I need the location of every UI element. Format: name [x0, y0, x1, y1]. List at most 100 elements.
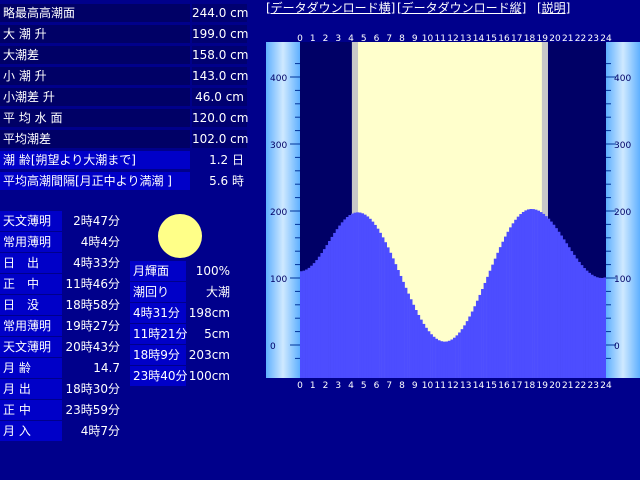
- tide-bar: [475, 300, 479, 378]
- tide-bar: [460, 329, 464, 378]
- time-row: 正 中 11時46分: [0, 274, 124, 294]
- tide-event-level: 5cm: [204, 327, 230, 341]
- time-row: 月 出 18時30分: [0, 379, 124, 399]
- x-tick-label: 4: [348, 381, 354, 391]
- y-tick-label: 400: [614, 74, 631, 84]
- x-tick-label: 9: [412, 381, 418, 391]
- tide-bar: [583, 268, 586, 378]
- tide-bar: [427, 331, 431, 378]
- x-tick-label: 7: [386, 381, 392, 391]
- tide-bar: [577, 261, 581, 378]
- param-label: 潮 齢[朔望より大潮まで]: [0, 151, 190, 169]
- x-tick-label: 17: [511, 381, 522, 391]
- download-horizontal-link[interactable]: [データダウンロード横]: [266, 0, 395, 16]
- y-tick-label: 0: [614, 342, 620, 352]
- time-value: 23時59分: [65, 403, 120, 417]
- time-row: 月 入 4時7分: [0, 421, 124, 441]
- x-tick-label: 14: [473, 381, 485, 391]
- tide-bar: [399, 275, 403, 378]
- x-tick-label: 13: [460, 381, 471, 391]
- time-label: 月 入: [0, 421, 62, 441]
- time-row: 常用薄明 4時4分: [0, 232, 124, 252]
- time-value: 4時4分: [80, 235, 120, 249]
- param-label: 小潮差 升: [0, 88, 190, 106]
- x-tick-label: 3: [335, 381, 341, 391]
- time-row: 天文薄明 20時43分: [0, 337, 124, 357]
- tide-bar: [453, 337, 456, 378]
- tide-bar: [532, 209, 535, 378]
- param-value: 120.0 cm: [192, 109, 249, 127]
- tide-bar: [557, 231, 561, 378]
- x-tick-label: 2: [323, 34, 329, 44]
- time-label: 月 齢: [0, 358, 62, 378]
- x-tick-label: 21: [562, 34, 573, 44]
- time-label: 正 中: [0, 274, 62, 294]
- tide-bar: [396, 270, 400, 378]
- tide-bar: [432, 336, 436, 378]
- x-tick-label: 5: [361, 34, 367, 44]
- tide-bar: [409, 299, 413, 378]
- download-vertical-link[interactable]: [データダウンロード縦]: [397, 0, 526, 16]
- time-label: 正 中: [0, 400, 62, 420]
- tide-bar: [366, 216, 370, 378]
- tide-bar: [356, 212, 359, 378]
- y-tick-label: 300: [614, 141, 631, 151]
- time-label: 天文薄明: [0, 211, 62, 231]
- time-value: 19時27分: [65, 319, 120, 333]
- tide-bar: [325, 245, 329, 378]
- x-tick-label: 19: [537, 34, 549, 44]
- param-label: 平均潮差: [0, 130, 190, 148]
- tide-bar: [465, 321, 469, 378]
- x-tick-label: 2: [323, 381, 329, 391]
- time-value: 18時58分: [65, 298, 120, 312]
- tide-bar: [483, 282, 487, 378]
- tide-bar: [440, 341, 444, 378]
- tide-bar: [317, 256, 321, 378]
- y-tick-label: 200: [614, 208, 631, 218]
- time-label: 天文薄明: [0, 337, 62, 357]
- tide-bar: [455, 335, 459, 378]
- tide-bar: [570, 251, 574, 378]
- tide-bar: [330, 236, 334, 378]
- tide-event-row: 18時9分 203cm: [130, 345, 234, 365]
- param-label: 小 潮 升: [0, 67, 190, 85]
- tide-bar: [524, 210, 528, 378]
- x-tick-label: 22: [575, 34, 586, 44]
- tide-bar: [562, 239, 566, 378]
- x-tick-label: 0: [297, 381, 303, 391]
- tide-bar: [437, 340, 441, 378]
- tide-bar: [384, 242, 387, 378]
- tide-bar: [552, 224, 556, 378]
- tide-bar: [307, 267, 311, 378]
- y-tick-label: 200: [270, 208, 287, 218]
- tide-bar: [496, 252, 500, 378]
- tide-bar: [371, 221, 375, 378]
- tide-bar: [312, 263, 316, 378]
- tide-event-level: 198cm: [188, 306, 230, 320]
- x-tick-label: 1: [310, 34, 316, 44]
- time-row: 天文薄明 2時47分: [0, 211, 124, 231]
- tide-bar: [488, 270, 492, 378]
- tide-bar: [358, 212, 362, 378]
- tide-bar: [389, 252, 393, 378]
- time-label: 常用薄明: [0, 316, 62, 336]
- tide-bar: [567, 247, 571, 378]
- help-link[interactable]: [説明]: [537, 0, 570, 16]
- tide-bar: [338, 225, 342, 378]
- moon-label: 潮回り: [130, 282, 186, 302]
- x-tick-label: 8: [399, 34, 405, 44]
- tide-bar: [560, 235, 563, 378]
- tide-event-time: 4時31分: [130, 303, 186, 323]
- tide-bar: [506, 231, 510, 378]
- tide-bar: [450, 339, 454, 378]
- tide-bar: [590, 274, 594, 378]
- tide-bar: [468, 316, 472, 378]
- tide-bar: [353, 212, 357, 378]
- x-tick-label: 13: [460, 34, 471, 44]
- x-tick-label: 10: [422, 381, 434, 391]
- tide-bar: [407, 293, 410, 378]
- tide-bar: [501, 241, 505, 378]
- tide-bar: [386, 247, 390, 378]
- tide-bar: [445, 341, 449, 378]
- x-tick-label: 10: [422, 34, 434, 44]
